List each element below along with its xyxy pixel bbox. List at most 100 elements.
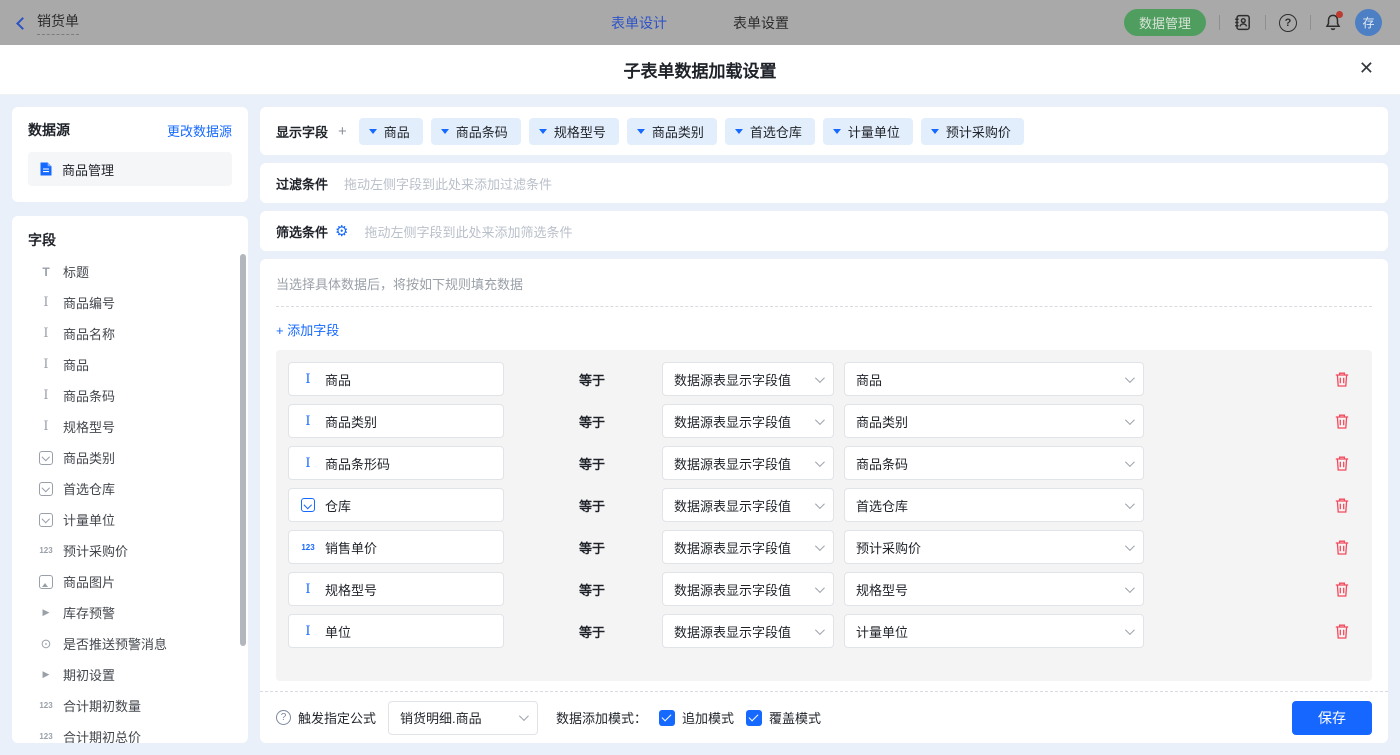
display-field-tag[interactable]: 商品条码 xyxy=(431,118,521,145)
source-field-value: 规格型号 xyxy=(856,580,908,599)
back-button[interactable]: 销货单 xyxy=(18,11,79,35)
rule-row: I商品 等于 数据源表显示字段值 商品 xyxy=(288,362,1360,396)
source-type-value: 数据源表显示字段值 xyxy=(674,538,791,557)
source-type-select[interactable]: 数据源表显示字段值 xyxy=(662,446,834,480)
form-name[interactable]: 销货单 xyxy=(37,11,79,35)
source-field-select[interactable]: 商品 xyxy=(844,362,1144,396)
datasource-item[interactable]: 商品管理 xyxy=(28,152,232,186)
contacts-icon[interactable] xyxy=(1233,13,1252,32)
trash-icon[interactable] xyxy=(1334,539,1350,556)
filter-condition-panel[interactable]: 过滤条件 拖动左侧字段到此处来添加过滤条件 xyxy=(260,163,1388,203)
source-type-value: 数据源表显示字段值 xyxy=(674,496,791,515)
target-field-box[interactable]: I单位 xyxy=(288,614,504,648)
chevron-down-icon xyxy=(815,625,825,635)
close-icon[interactable]: ✕ xyxy=(1359,59,1374,77)
data-manage-button[interactable]: 数据管理 xyxy=(1124,9,1206,36)
trash-icon[interactable] xyxy=(1334,455,1350,472)
target-field-box[interactable]: I商品 xyxy=(288,362,504,396)
fields-list: T标题 I商品编号 I商品名称 I商品 I商品条码 I规格型号 商品类别 首选仓… xyxy=(28,256,248,743)
help-icon[interactable]: ? xyxy=(1279,14,1297,32)
avatar[interactable]: 存 xyxy=(1355,9,1382,36)
display-field-tag[interactable]: 商品类别 xyxy=(627,118,717,145)
field-item[interactable]: 商品图片 xyxy=(28,566,248,597)
display-field-tag[interactable]: 预计采购价 xyxy=(921,118,1024,145)
dropdown-triangle-icon xyxy=(833,129,841,134)
field-item[interactable]: 123合计期初数量 xyxy=(28,690,248,721)
field-item[interactable]: T标题 xyxy=(28,256,248,287)
target-field-box[interactable]: 仓库 xyxy=(288,488,504,522)
field-label: 是否推送预警消息 xyxy=(63,634,167,653)
field-item[interactable]: 计量单位 xyxy=(28,504,248,535)
source-type-select[interactable]: 数据源表显示字段值 xyxy=(662,614,834,648)
source-field-select[interactable]: 预计采购价 xyxy=(844,530,1144,564)
field-item[interactable]: I规格型号 xyxy=(28,411,248,442)
select-icon xyxy=(39,451,53,465)
source-field-select[interactable]: 计量单位 xyxy=(844,614,1144,648)
source-type-select[interactable]: 数据源表显示字段值 xyxy=(662,572,834,606)
tab-form-settings[interactable]: 表单设置 xyxy=(733,13,789,33)
source-field-value: 首选仓库 xyxy=(856,496,908,515)
field-item[interactable]: ▶库存预警 xyxy=(28,597,248,628)
trash-icon[interactable] xyxy=(1334,371,1350,388)
save-button[interactable]: 保存 xyxy=(1292,701,1372,735)
field-item[interactable]: ▶期初设置 xyxy=(28,659,248,690)
source-type-select[interactable]: 数据源表显示字段值 xyxy=(662,404,834,438)
field-item[interactable]: 首选仓库 xyxy=(28,473,248,504)
field-item[interactable]: 123合计期初总价 xyxy=(28,721,248,743)
source-type-value: 数据源表显示字段值 xyxy=(674,622,791,641)
append-mode-checkbox[interactable]: 追加模式 xyxy=(659,708,734,727)
target-field-box[interactable]: I规格型号 xyxy=(288,572,504,606)
chevron-down-icon xyxy=(815,415,825,425)
source-field-select[interactable]: 商品条码 xyxy=(844,446,1144,480)
field-item[interactable]: I商品 xyxy=(28,349,248,380)
chevron-down-icon xyxy=(1125,625,1135,635)
chevron-down-icon xyxy=(1125,373,1135,383)
target-field-box[interactable]: I商品类别 xyxy=(288,404,504,438)
change-datasource-link[interactable]: 更改数据源 xyxy=(167,121,232,140)
field-item[interactable]: I商品条码 xyxy=(28,380,248,411)
source-field-value: 预计采购价 xyxy=(856,538,921,557)
display-field-tag[interactable]: 规格型号 xyxy=(529,118,619,145)
field-label: 商品名称 xyxy=(63,324,115,343)
field-item[interactable]: ⊙是否推送预警消息 xyxy=(28,628,248,659)
source-field-select[interactable]: 规格型号 xyxy=(844,572,1144,606)
checkbox-checked-icon xyxy=(659,710,675,726)
overwrite-mode-checkbox[interactable]: 覆盖模式 xyxy=(746,708,821,727)
display-field-tag[interactable]: 计量单位 xyxy=(823,118,913,145)
source-type-select[interactable]: 数据源表显示字段值 xyxy=(662,488,834,522)
field-item[interactable]: I商品编号 xyxy=(28,287,248,318)
help-circle-icon[interactable]: ? xyxy=(276,710,291,725)
trigger-formula-select[interactable]: 销货明细.商品 xyxy=(388,701,538,735)
tag-label: 预计采购价 xyxy=(946,122,1011,141)
display-field-tag[interactable]: 首选仓库 xyxy=(725,118,815,145)
text-icon: I xyxy=(300,414,316,429)
dropdown-triangle-icon xyxy=(369,129,377,134)
scrollbar-thumb[interactable] xyxy=(240,254,246,646)
source-field-select[interactable]: 首选仓库 xyxy=(844,488,1144,522)
notification-bell-icon[interactable] xyxy=(1324,13,1342,32)
target-field-box[interactable]: 123销售单价 xyxy=(288,530,504,564)
group-arrow-icon: ▶ xyxy=(38,607,54,618)
field-item[interactable]: I商品名称 xyxy=(28,318,248,349)
rule-row: 仓库 等于 数据源表显示字段值 首选仓库 xyxy=(288,488,1360,522)
tab-form-design[interactable]: 表单设计 xyxy=(611,13,667,33)
rules-footer: ? 触发指定公式 销货明细.商品 数据添加模式： 追加模式 覆盖模式 保存 xyxy=(260,691,1388,743)
screen-condition-panel[interactable]: 筛选条件 ⚙ 拖动左侧字段到此处来添加筛选条件 xyxy=(260,211,1388,251)
source-field-select[interactable]: 商品类别 xyxy=(844,404,1144,438)
target-field-box[interactable]: I商品条形码 xyxy=(288,446,504,480)
gear-icon[interactable]: ⚙ xyxy=(335,224,348,239)
chevron-down-icon xyxy=(1125,457,1135,467)
source-type-select[interactable]: 数据源表显示字段值 xyxy=(662,362,834,396)
field-item[interactable]: 商品类别 xyxy=(28,442,248,473)
trash-icon[interactable] xyxy=(1334,581,1350,598)
data-add-mode-label: 数据添加模式： xyxy=(556,708,647,727)
trash-icon[interactable] xyxy=(1334,413,1350,430)
field-item[interactable]: 123预计采购价 xyxy=(28,535,248,566)
display-field-tag[interactable]: 商品 xyxy=(359,118,423,145)
top-bar: 销货单 表单设计 表单设置 数据管理 ? 存 xyxy=(0,0,1400,45)
trash-icon[interactable] xyxy=(1334,497,1350,514)
trash-icon[interactable] xyxy=(1334,623,1350,640)
source-type-select[interactable]: 数据源表显示字段值 xyxy=(662,530,834,564)
add-rule-field-button[interactable]: + 添加字段 xyxy=(276,320,339,339)
add-display-field-button[interactable]: + xyxy=(338,123,347,140)
